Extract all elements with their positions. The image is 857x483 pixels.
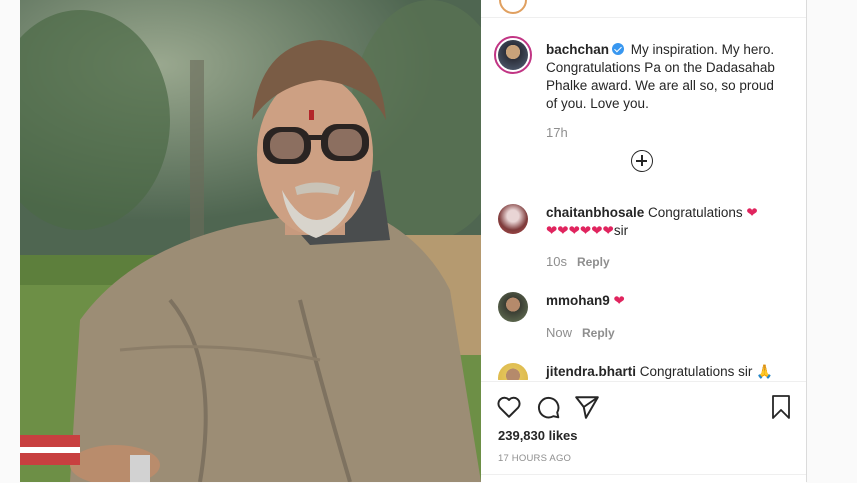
comment-icon[interactable] <box>535 394 561 420</box>
heart-emoji-icon: ❤ <box>613 293 625 308</box>
hearts-emoji-line: ❤❤❤❤❤❤ <box>546 223 614 238</box>
man-portrait-image <box>20 0 481 482</box>
author-username[interactable]: bachchan <box>546 42 609 57</box>
comment-text: Congratulations sir 🙏 <box>639 364 773 379</box>
reply-button[interactable]: Reply <box>582 326 615 340</box>
divider <box>481 474 806 475</box>
comment-meta: Now Reply <box>546 325 615 340</box>
reply-button[interactable]: Reply <box>577 255 610 269</box>
comment: chaitanbhosale Congratulations ❤ ❤❤❤❤❤❤s… <box>546 204 786 240</box>
bookmark-save-icon[interactable] <box>769 394 793 420</box>
heart-emoji-icon: ❤ <box>746 205 758 220</box>
commenter-avatar[interactable] <box>498 363 528 380</box>
comment-clip: jitendra.bharti Congratulations sir 🙏 <box>481 355 806 380</box>
caption-time: 17h <box>546 125 568 140</box>
post-timestamp[interactable]: 17 HOURS AGO <box>498 453 571 464</box>
like-heart-icon[interactable] <box>496 394 522 420</box>
comment-username[interactable]: mmohan9 <box>546 293 610 308</box>
comment: jitendra.bharti Congratulations sir 🙏 <box>546 363 796 380</box>
header-avatar[interactable] <box>499 0 527 14</box>
post-photo <box>20 0 481 482</box>
comment-time: 10s <box>546 254 567 269</box>
comment: mmohan9 ❤ <box>546 292 786 310</box>
likes-count[interactable]: 239,830 likes <box>498 428 578 443</box>
comment-username[interactable]: chaitanbhosale <box>546 205 644 220</box>
action-bar: 239,830 likes 17 HOURS AGO <box>481 381 806 483</box>
commenter-avatar[interactable] <box>498 292 528 322</box>
author-avatar[interactable] <box>494 36 532 74</box>
comment-suffix: sir <box>613 223 629 238</box>
comment-text: Congratulations <box>648 205 743 220</box>
commenter-avatar[interactable] <box>498 204 528 234</box>
post-side-panel: bachchan My inspiration. My hero. Congra… <box>481 0 807 483</box>
comment-meta: 10s Reply <box>546 254 610 269</box>
verified-badge-icon <box>612 43 625 55</box>
divider <box>481 17 806 18</box>
share-send-icon[interactable] <box>574 394 600 420</box>
comment-username[interactable]: jitendra.bharti <box>546 364 636 379</box>
comment-time: Now <box>546 325 573 340</box>
caption: bachchan My inspiration. My hero. Congra… <box>546 41 786 113</box>
load-more-comments-icon[interactable] <box>631 150 653 172</box>
